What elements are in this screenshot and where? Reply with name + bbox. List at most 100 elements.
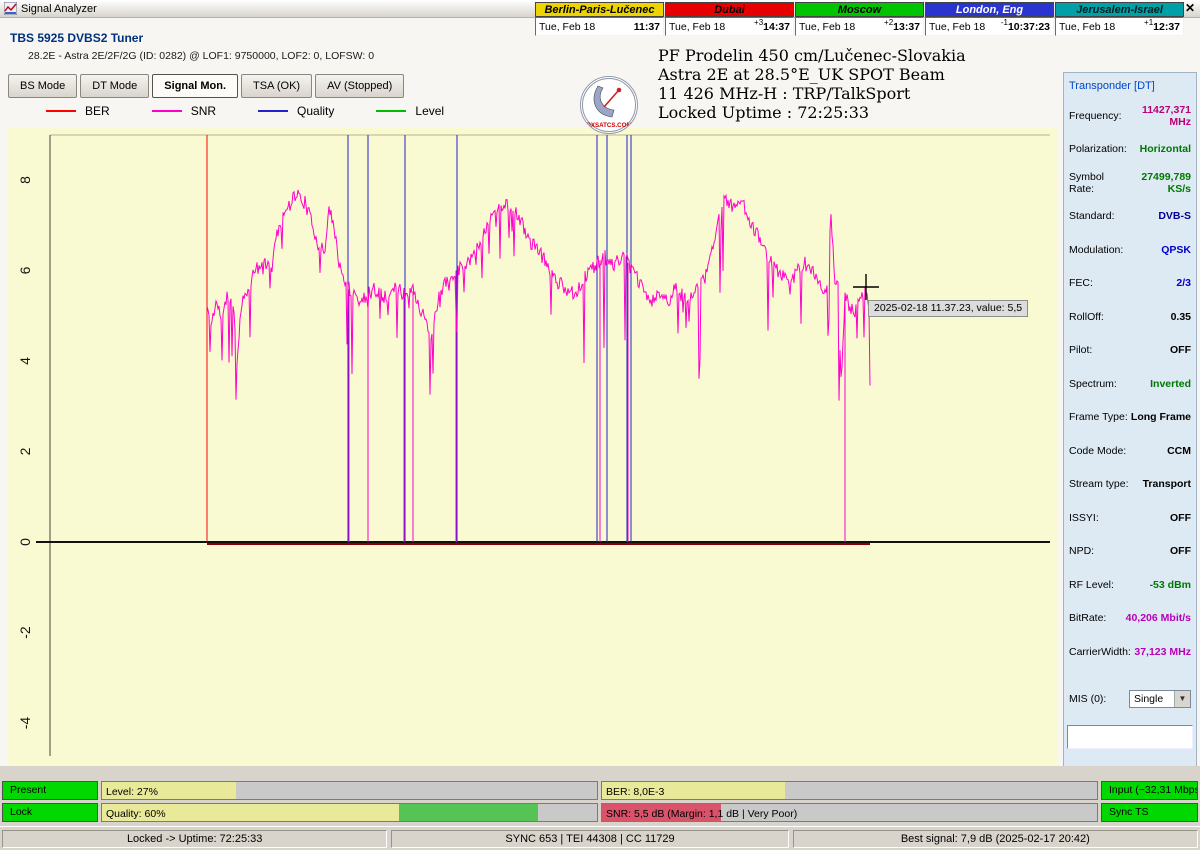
tab-dt-mode[interactable]: DT Mode xyxy=(80,74,149,98)
chevron-down-icon[interactable]: ▼ xyxy=(1174,691,1190,707)
legend-level: Level xyxy=(376,104,444,118)
monitor-row-1: Present Level: 27% BER: 8,0E-3 Input (~3… xyxy=(2,781,1198,800)
svg-text:2: 2 xyxy=(17,447,33,455)
mis-select[interactable]: Single ▼ xyxy=(1129,690,1191,708)
app-icon xyxy=(4,2,17,15)
clock-name: Berlin-Paris-Lučenec xyxy=(535,2,664,17)
field-frequency: Frequency:11427,371 MHz xyxy=(1064,99,1196,133)
world-clocks: Berlin-Paris-Lučenec Tue, Feb 18 11:37 D… xyxy=(535,2,1184,36)
svg-text:4: 4 xyxy=(17,357,33,365)
transponder-panel: Transponder [DT] Frequency:11427,371 MHz… xyxy=(1063,72,1197,772)
level-bar: Level: 27% xyxy=(101,781,598,800)
clock-offset: +2 xyxy=(884,18,893,27)
dxsatcs-logo: DXSATCS.COM xyxy=(580,76,638,134)
clock-time: 11:37 xyxy=(634,21,660,33)
clock-name: London, Eng xyxy=(925,2,1054,17)
mis-selected-value: Single xyxy=(1134,693,1163,705)
clock-offset: +1 xyxy=(1144,18,1153,27)
field-symbol-rate: Symbol Rate:27499,789 KS/s xyxy=(1064,166,1196,200)
tab-bs-mode[interactable]: BS Mode xyxy=(8,74,77,98)
clock-berlin: Berlin-Paris-Lučenec Tue, Feb 18 11:37 xyxy=(535,2,664,36)
clock-date: Tue, Feb 18 xyxy=(669,21,725,33)
clock-time: 10:37:23 xyxy=(1008,21,1050,33)
clock-name: Dubai xyxy=(665,2,794,17)
field-spectrum: Spectrum:Inverted xyxy=(1064,367,1196,401)
clock-date: Tue, Feb 18 xyxy=(799,21,855,33)
signal-chart[interactable]: 8 6 4 2 0 -2 -4 2025-02-18 11.37.23, value: 5,… xyxy=(8,128,1057,766)
reception-info: PF Prodelin 450 cm/Lučenec-Slovakia Astr… xyxy=(658,46,966,122)
monitor-row-2: Lock Quality: 60% SNR: 5,5 dB (Margin: 1… xyxy=(2,803,1198,822)
sync-ts-lamp: Sync TS xyxy=(1101,803,1198,822)
info-line-satellite: Astra 2E at 28.5°E_UK SPOT Beam xyxy=(658,65,966,84)
status-best-signal: Best signal: 7,9 dB (2025-02-17 20:42) xyxy=(793,830,1198,848)
snr-line-swatch xyxy=(152,110,182,112)
field-frame-type: Frame Type:Long Frame xyxy=(1064,401,1196,435)
field-carrierwidth: CarrierWidth:37,123 MHz xyxy=(1064,635,1196,669)
ber-line-swatch xyxy=(46,110,76,112)
field-npd: NPD:OFF xyxy=(1064,535,1196,569)
field-polarization: Polarization:Horizontal xyxy=(1064,133,1196,167)
legend-quality: Quality xyxy=(258,104,334,118)
status-bar: Locked -> Uptime: 72:25:33 SYNC 653 | TE… xyxy=(0,826,1200,850)
legend-snr: SNR xyxy=(152,104,216,118)
quality-line-swatch xyxy=(258,110,288,112)
clock-london: London, Eng Tue, Feb 18 -110:37:23 xyxy=(925,2,1054,36)
clock-offset: +3 xyxy=(754,18,763,27)
field-issyi: ISSYI:OFF xyxy=(1064,501,1196,535)
clock-date: Tue, Feb 18 xyxy=(1059,21,1115,33)
field-modulation: Modulation:QPSK xyxy=(1064,233,1196,267)
tuner-subtitle: 28.2E - Astra 2E/2F/2G (ID: 0282) @ LOF1… xyxy=(28,50,374,62)
clock-date: Tue, Feb 18 xyxy=(929,21,985,33)
info-line-uptime: Locked Uptime : 72:25:33 xyxy=(658,103,966,122)
info-line-dish: PF Prodelin 450 cm/Lučenec-Slovakia xyxy=(658,46,966,65)
svg-text:8: 8 xyxy=(17,176,33,184)
legend-label: Level xyxy=(415,104,444,118)
field-rolloff: RollOff:0.35 xyxy=(1064,300,1196,334)
quality-bar: Quality: 60% xyxy=(101,803,598,822)
tab-tsa[interactable]: TSA (OK) xyxy=(241,74,312,98)
legend-ber: BER xyxy=(46,104,110,118)
clock-time: 14:37 xyxy=(763,21,790,33)
field-bitrate: BitRate:40,206 Mbit/s xyxy=(1064,602,1196,636)
clock-date: Tue, Feb 18 xyxy=(539,21,595,33)
snr-bar: SNR: 5,5 dB (Margin: 1,1 dB | Very Poor) xyxy=(601,803,1098,822)
field-stream-type: Stream type:Transport xyxy=(1064,468,1196,502)
clock-time: 12:37 xyxy=(1153,21,1180,33)
legend-label: SNR xyxy=(191,104,216,118)
tab-av[interactable]: AV (Stopped) xyxy=(315,74,404,98)
present-lamp: Present xyxy=(2,781,98,800)
clock-moscow: Moscow Tue, Feb 18 +213:37 xyxy=(795,2,924,36)
field-code-mode: Code Mode:CCM xyxy=(1064,434,1196,468)
legend-label: BER xyxy=(85,104,110,118)
input-lamp: Input (~32,31 Mbps) xyxy=(1101,781,1198,800)
field-mis: MIS (0): Single ▼ xyxy=(1064,687,1196,711)
clock-name: Jerusalem-Israel xyxy=(1055,2,1184,17)
svg-text:0: 0 xyxy=(17,538,33,546)
field-pilot: Pilot:OFF xyxy=(1064,334,1196,368)
clock-time: 13:37 xyxy=(893,21,920,33)
tab-signal-mon[interactable]: Signal Mon. xyxy=(152,74,238,98)
svg-text:6: 6 xyxy=(17,266,33,274)
chart-legend: BER SNR Quality Level xyxy=(46,104,444,118)
level-line-swatch xyxy=(376,110,406,112)
svg-text:-2: -2 xyxy=(17,626,33,639)
chart-canvas[interactable]: 8 6 4 2 0 -2 -4 xyxy=(8,128,1057,766)
tuner-title: TBS 5925 DVBS2 Tuner xyxy=(10,31,143,45)
close-button[interactable]: ✕ xyxy=(1185,1,1195,15)
cursor-tooltip: 2025-02-18 11.37.23, value: 5,5 xyxy=(868,300,1028,317)
lock-lamp: Lock xyxy=(2,803,98,822)
transponder-list-box[interactable] xyxy=(1067,725,1193,749)
clock-jerusalem: Jerusalem-Israel Tue, Feb 18 +112:37 xyxy=(1055,2,1184,36)
clock-offset: -1 xyxy=(1001,18,1008,27)
transponder-panel-title: Transponder [DT] xyxy=(1064,73,1196,99)
mode-tabs: BS Mode DT Mode Signal Mon. TSA (OK) AV … xyxy=(8,74,404,98)
clock-name: Moscow xyxy=(795,2,924,17)
status-sync-counters: SYNC 653 | TEI 44308 | CC 11729 xyxy=(391,830,788,848)
status-uptime: Locked -> Uptime: 72:25:33 xyxy=(2,830,387,848)
svg-text:-4: -4 xyxy=(17,717,33,730)
clock-dubai: Dubai Tue, Feb 18 +314:37 xyxy=(665,2,794,36)
legend-label: Quality xyxy=(297,104,334,118)
field-standard: Standard:DVB-S xyxy=(1064,200,1196,234)
signal-analyzer-window: Signal Analyzer ✕ Berlin-Paris-Lučenec T… xyxy=(0,0,1200,850)
window-title: Signal Analyzer xyxy=(21,3,97,15)
